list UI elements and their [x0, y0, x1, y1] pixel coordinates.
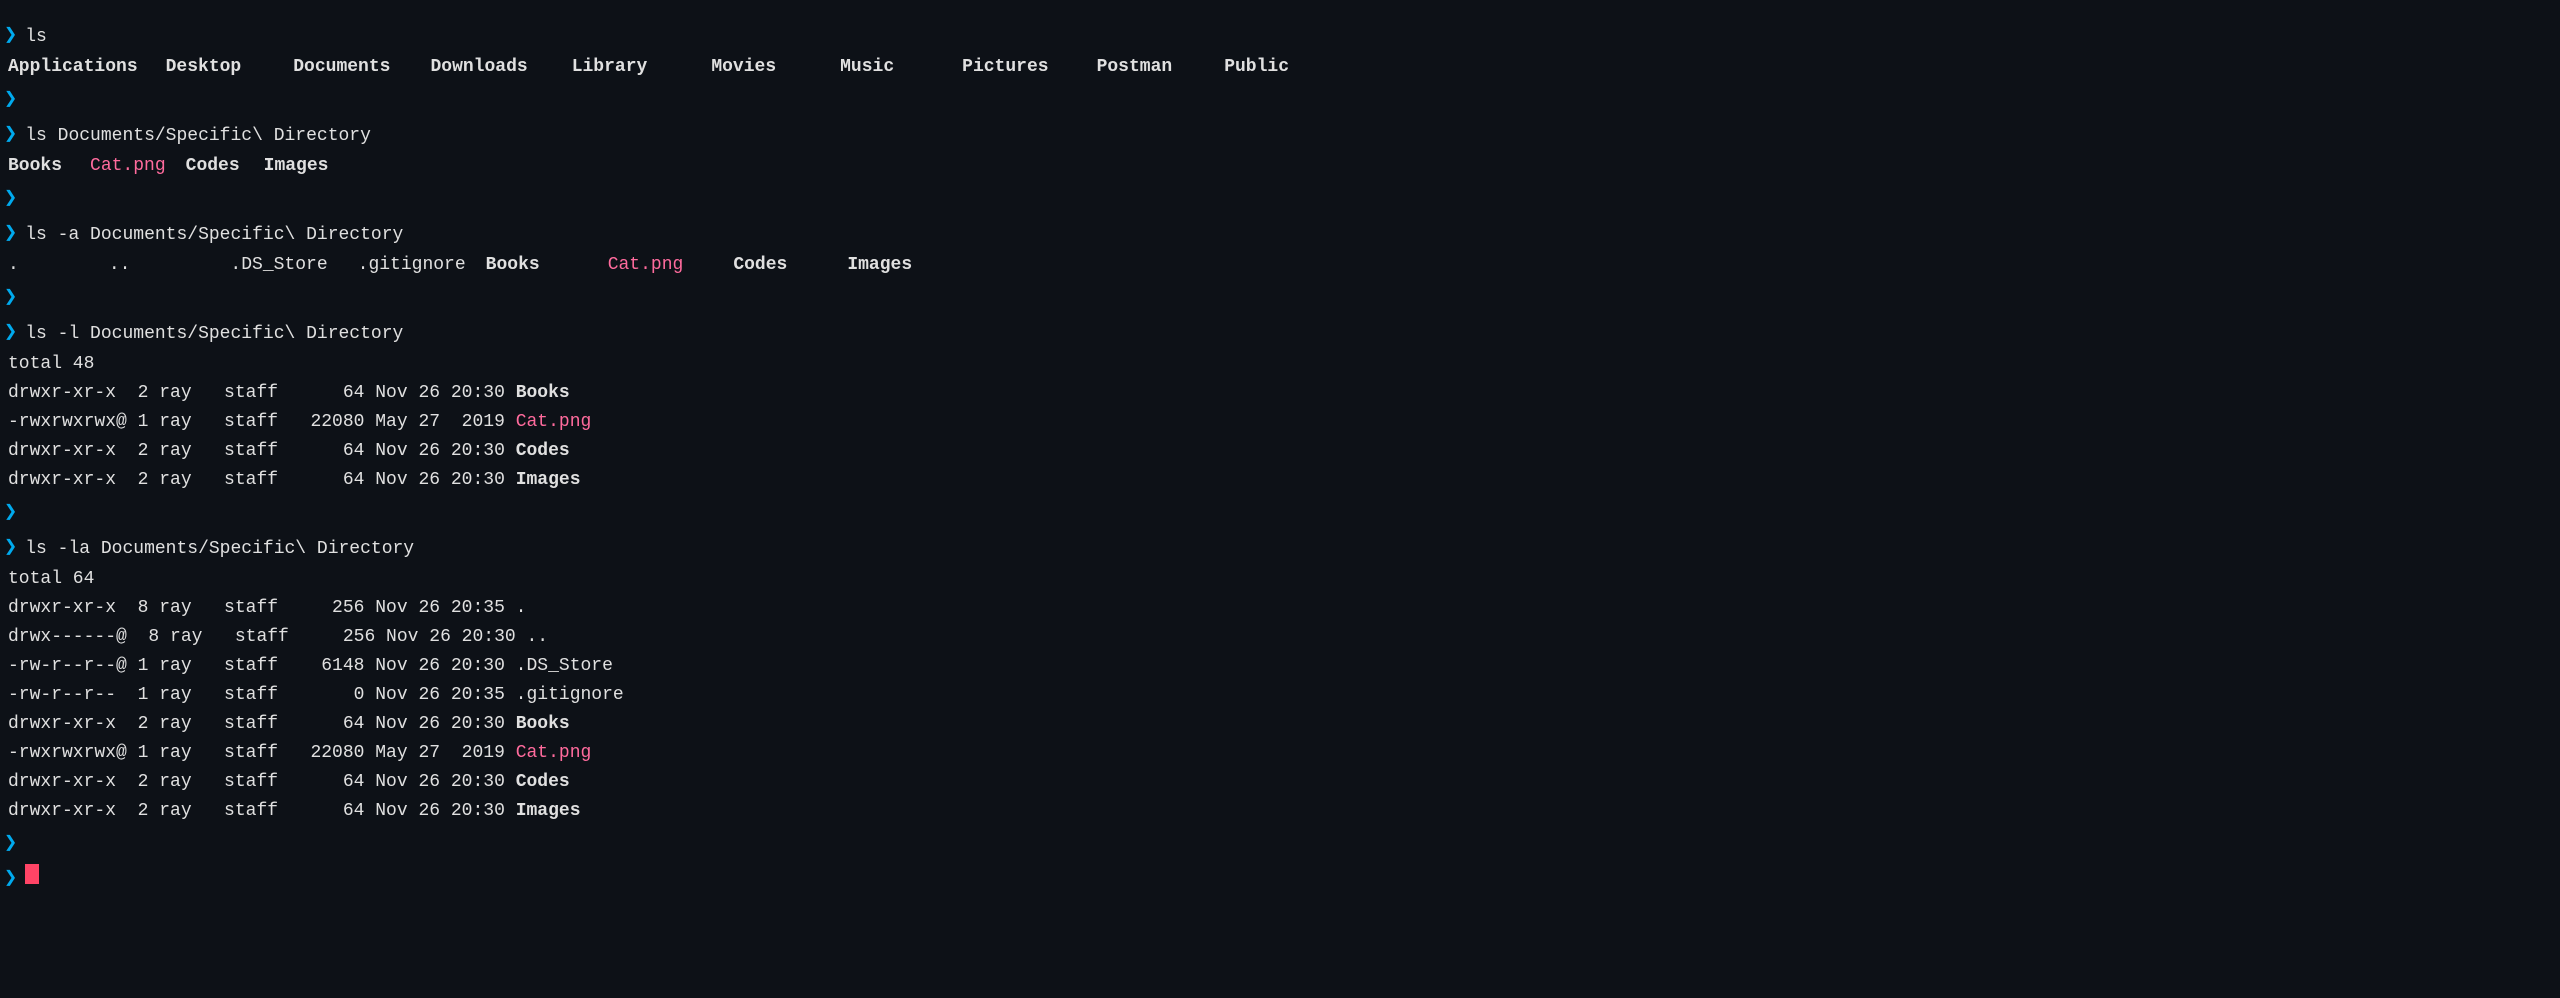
- prompt-arrow-5: ❯: [4, 217, 17, 250]
- dir-pictures: Pictures: [962, 54, 1048, 81]
- ls-output: Applications Desktop Documents Downloads…: [4, 53, 2556, 82]
- item-codes-1: Codes: [186, 153, 240, 180]
- ls-la-row-2: drwx------@ 8 ray staff 256 Nov 26 20:30…: [4, 623, 2556, 652]
- prompt-arrow-7: ❯: [4, 316, 17, 349]
- lsla-books: Books: [516, 711, 570, 738]
- ls-l-row-4: drwxr-xr-x 2 ray staff 64 Nov 26 20:30 I…: [4, 466, 2556, 495]
- prompt-line-1: ❯ ls: [4, 18, 2556, 53]
- command-ls-la-docs: ls -la Documents/Specific\ Directory: [25, 536, 414, 563]
- prompt-arrow-10: ❯: [4, 827, 17, 860]
- item-images-1: Images: [264, 153, 329, 180]
- dir-documents: Documents: [293, 54, 390, 81]
- lsla-catpng: Cat.png: [516, 740, 592, 767]
- command-ls-l-docs: ls -l Documents/Specific\ Directory: [25, 321, 403, 348]
- ls-la-row-8: drwxr-xr-x 2 ray staff 64 Nov 26 20:30 I…: [4, 797, 2556, 826]
- prompt-arrow-3: ❯: [4, 118, 17, 151]
- cmd-line-2: ❯ ls Documents/Specific\ Directory: [4, 117, 2556, 152]
- prompt-arrow-9: ❯: [4, 531, 17, 564]
- dir-postman: Postman: [1097, 54, 1173, 81]
- lsl-books: Books: [516, 380, 570, 407]
- terminal: ❯ ls Applications Desktop Documents Down…: [0, 10, 2560, 904]
- lsl-codes: Codes: [516, 438, 570, 465]
- prompt-line-3: ❯: [4, 181, 2556, 216]
- item-catpng-2: Cat.png: [608, 252, 684, 279]
- ls-la-row-6: -rwxrwxrwx@ 1 ray staff 22080 May 27 201…: [4, 739, 2556, 768]
- command-ls: ls: [25, 24, 47, 51]
- prompt-arrow-11: ❯: [4, 862, 17, 895]
- cmd-line-4: ❯ ls -l Documents/Specific\ Directory: [4, 315, 2556, 350]
- ls-docs-output: Books Cat.png Codes Images: [4, 152, 2556, 181]
- cmd-line-3: ❯ ls -a Documents/Specific\ Directory: [4, 216, 2556, 251]
- command-ls-docs: ls Documents/Specific\ Directory: [25, 123, 371, 150]
- ls-l-row-3: drwxr-xr-x 2 ray staff 64 Nov 26 20:30 C…: [4, 437, 2556, 466]
- cmd-line-5: ❯ ls -la Documents/Specific\ Directory: [4, 530, 2556, 565]
- item-dsstore-1: .DS_Store: [230, 252, 327, 279]
- item-codes-2: Codes: [733, 252, 787, 279]
- ls-la-row-4: -rw-r--r-- 1 ray staff 0 Nov 26 20:35 .g…: [4, 681, 2556, 710]
- dir-desktop: Desktop: [166, 54, 242, 81]
- prompt-arrow-2: ❯: [4, 83, 17, 116]
- ls-a-output: . .. .DS_Store .gitignore Books Cat.png …: [4, 251, 2556, 280]
- ls-l-row-2: -rwxrwxrwx@ 1 ray staff 22080 May 27 201…: [4, 408, 2556, 437]
- item-books-2: Books: [486, 252, 540, 279]
- terminal-cursor[interactable]: [25, 864, 39, 884]
- dir-applications: Applications: [8, 54, 138, 81]
- dir-public: Public: [1224, 54, 1289, 81]
- item-gitignore-1: .gitignore: [358, 252, 466, 279]
- prompt-line-5: ❯: [4, 495, 2556, 530]
- prompt-arrow-1: ❯: [4, 19, 17, 52]
- dir-downloads: Downloads: [430, 54, 527, 81]
- ls-l-row-1: drwxr-xr-x 2 ray staff 64 Nov 26 20:30 B…: [4, 379, 2556, 408]
- lsla-codes: Codes: [516, 769, 570, 796]
- item-images-2: Images: [847, 252, 912, 279]
- ls-la-row-7: drwxr-xr-x 2 ray staff 64 Nov 26 20:30 C…: [4, 768, 2556, 797]
- prompt-arrow-6: ❯: [4, 281, 17, 314]
- ls-la-row-1: drwxr-xr-x 8 ray staff 256 Nov 26 20:35 …: [4, 594, 2556, 623]
- prompt-line-2: ❯: [4, 82, 2556, 117]
- ls-la-row-5: drwxr-xr-x 2 ray staff 64 Nov 26 20:30 B…: [4, 710, 2556, 739]
- prompt-arrow-8: ❯: [4, 496, 17, 529]
- dir-movies: Movies: [711, 54, 776, 81]
- ls-la-row-3: -rw-r--r--@ 1 ray staff 6148 Nov 26 20:3…: [4, 652, 2556, 681]
- item-catpng-1: Cat.png: [90, 153, 166, 180]
- cursor-line[interactable]: ❯: [4, 861, 2556, 896]
- lsl-catpng: Cat.png: [516, 409, 592, 436]
- prompt-line-6: ❯: [4, 826, 2556, 861]
- item-dotdot: ..: [109, 252, 131, 279]
- dir-library: Library: [572, 54, 648, 81]
- total-64: total 64: [4, 565, 2556, 594]
- lsla-images: Images: [516, 798, 581, 825]
- item-books-1: Books: [8, 153, 62, 180]
- total-48: total 48: [4, 350, 2556, 379]
- lsl-images: Images: [516, 467, 581, 494]
- command-ls-a-docs: ls -a Documents/Specific\ Directory: [25, 222, 403, 249]
- dir-music: Music: [840, 54, 894, 81]
- prompt-arrow-4: ❯: [4, 182, 17, 215]
- item-dot: .: [8, 252, 19, 279]
- prompt-line-4: ❯: [4, 280, 2556, 315]
